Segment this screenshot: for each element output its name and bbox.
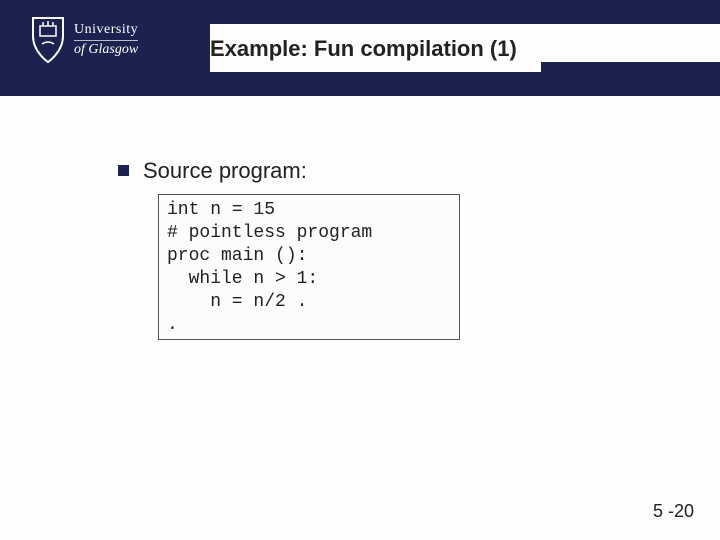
bullet-row: Source program: <box>118 158 307 184</box>
page-number: 5 -20 <box>653 501 694 522</box>
slide-title: Example: Fun compilation (1) <box>210 26 541 72</box>
code-box: int n = 15 # pointless program proc main… <box>158 194 460 340</box>
logo-line2: of Glasgow <box>74 43 138 57</box>
logo-line1: University <box>74 23 138 41</box>
square-bullet-icon <box>118 165 129 176</box>
body-area: Source program: int n = 15 # pointless p… <box>0 96 720 516</box>
title-wrap: Example: Fun compilation (1) <box>210 26 541 72</box>
crest-icon <box>30 16 66 64</box>
bullet-text: Source program: <box>143 158 307 184</box>
slide: University of Glasgow Example: Fun compi… <box>0 0 720 540</box>
logo-line2-name: Glasgow <box>88 42 138 57</box>
university-logo: University of Glasgow <box>30 16 138 64</box>
logo-line2-prefix: of <box>74 42 85 57</box>
logo-text: University of Glasgow <box>74 23 138 57</box>
